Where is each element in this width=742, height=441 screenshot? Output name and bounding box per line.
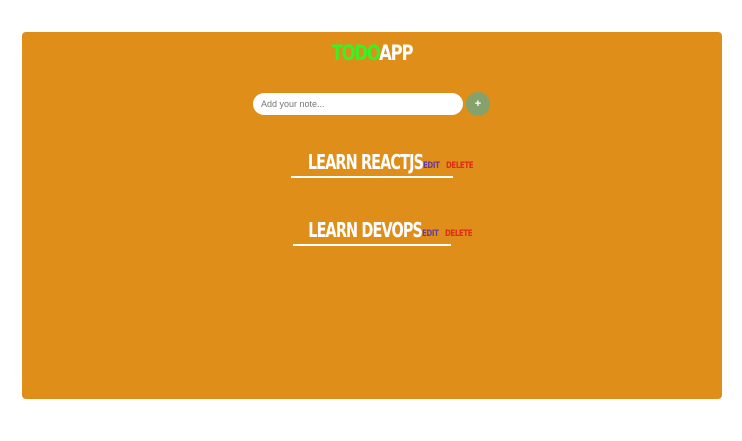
delete-button[interactable]: DELETE xyxy=(446,160,474,172)
note-input[interactable] xyxy=(253,93,463,115)
app-title: TODOAPP xyxy=(99,41,645,65)
todo-item: LEARN REACTJS EDIT DELETE xyxy=(291,146,474,178)
app-title-todo: TODO xyxy=(331,41,381,65)
todo-item: LEARN DEVOPS EDIT DELETE xyxy=(293,214,473,246)
app-title-app: APP xyxy=(379,41,413,65)
edit-button[interactable]: EDIT xyxy=(422,228,439,240)
todo-item-text: LEARN REACTJS xyxy=(307,150,424,174)
todo-item-text: LEARN DEVOPS xyxy=(308,218,423,242)
todo-app-panel: TODOAPP + LEARN REACTJS EDIT DELETE LEAR… xyxy=(22,32,722,399)
add-note-row: + xyxy=(253,92,490,116)
add-note-button[interactable]: + xyxy=(466,92,490,116)
plus-icon: + xyxy=(474,98,482,110)
delete-button[interactable]: DELETE xyxy=(445,228,473,240)
edit-button[interactable]: EDIT xyxy=(423,160,440,172)
